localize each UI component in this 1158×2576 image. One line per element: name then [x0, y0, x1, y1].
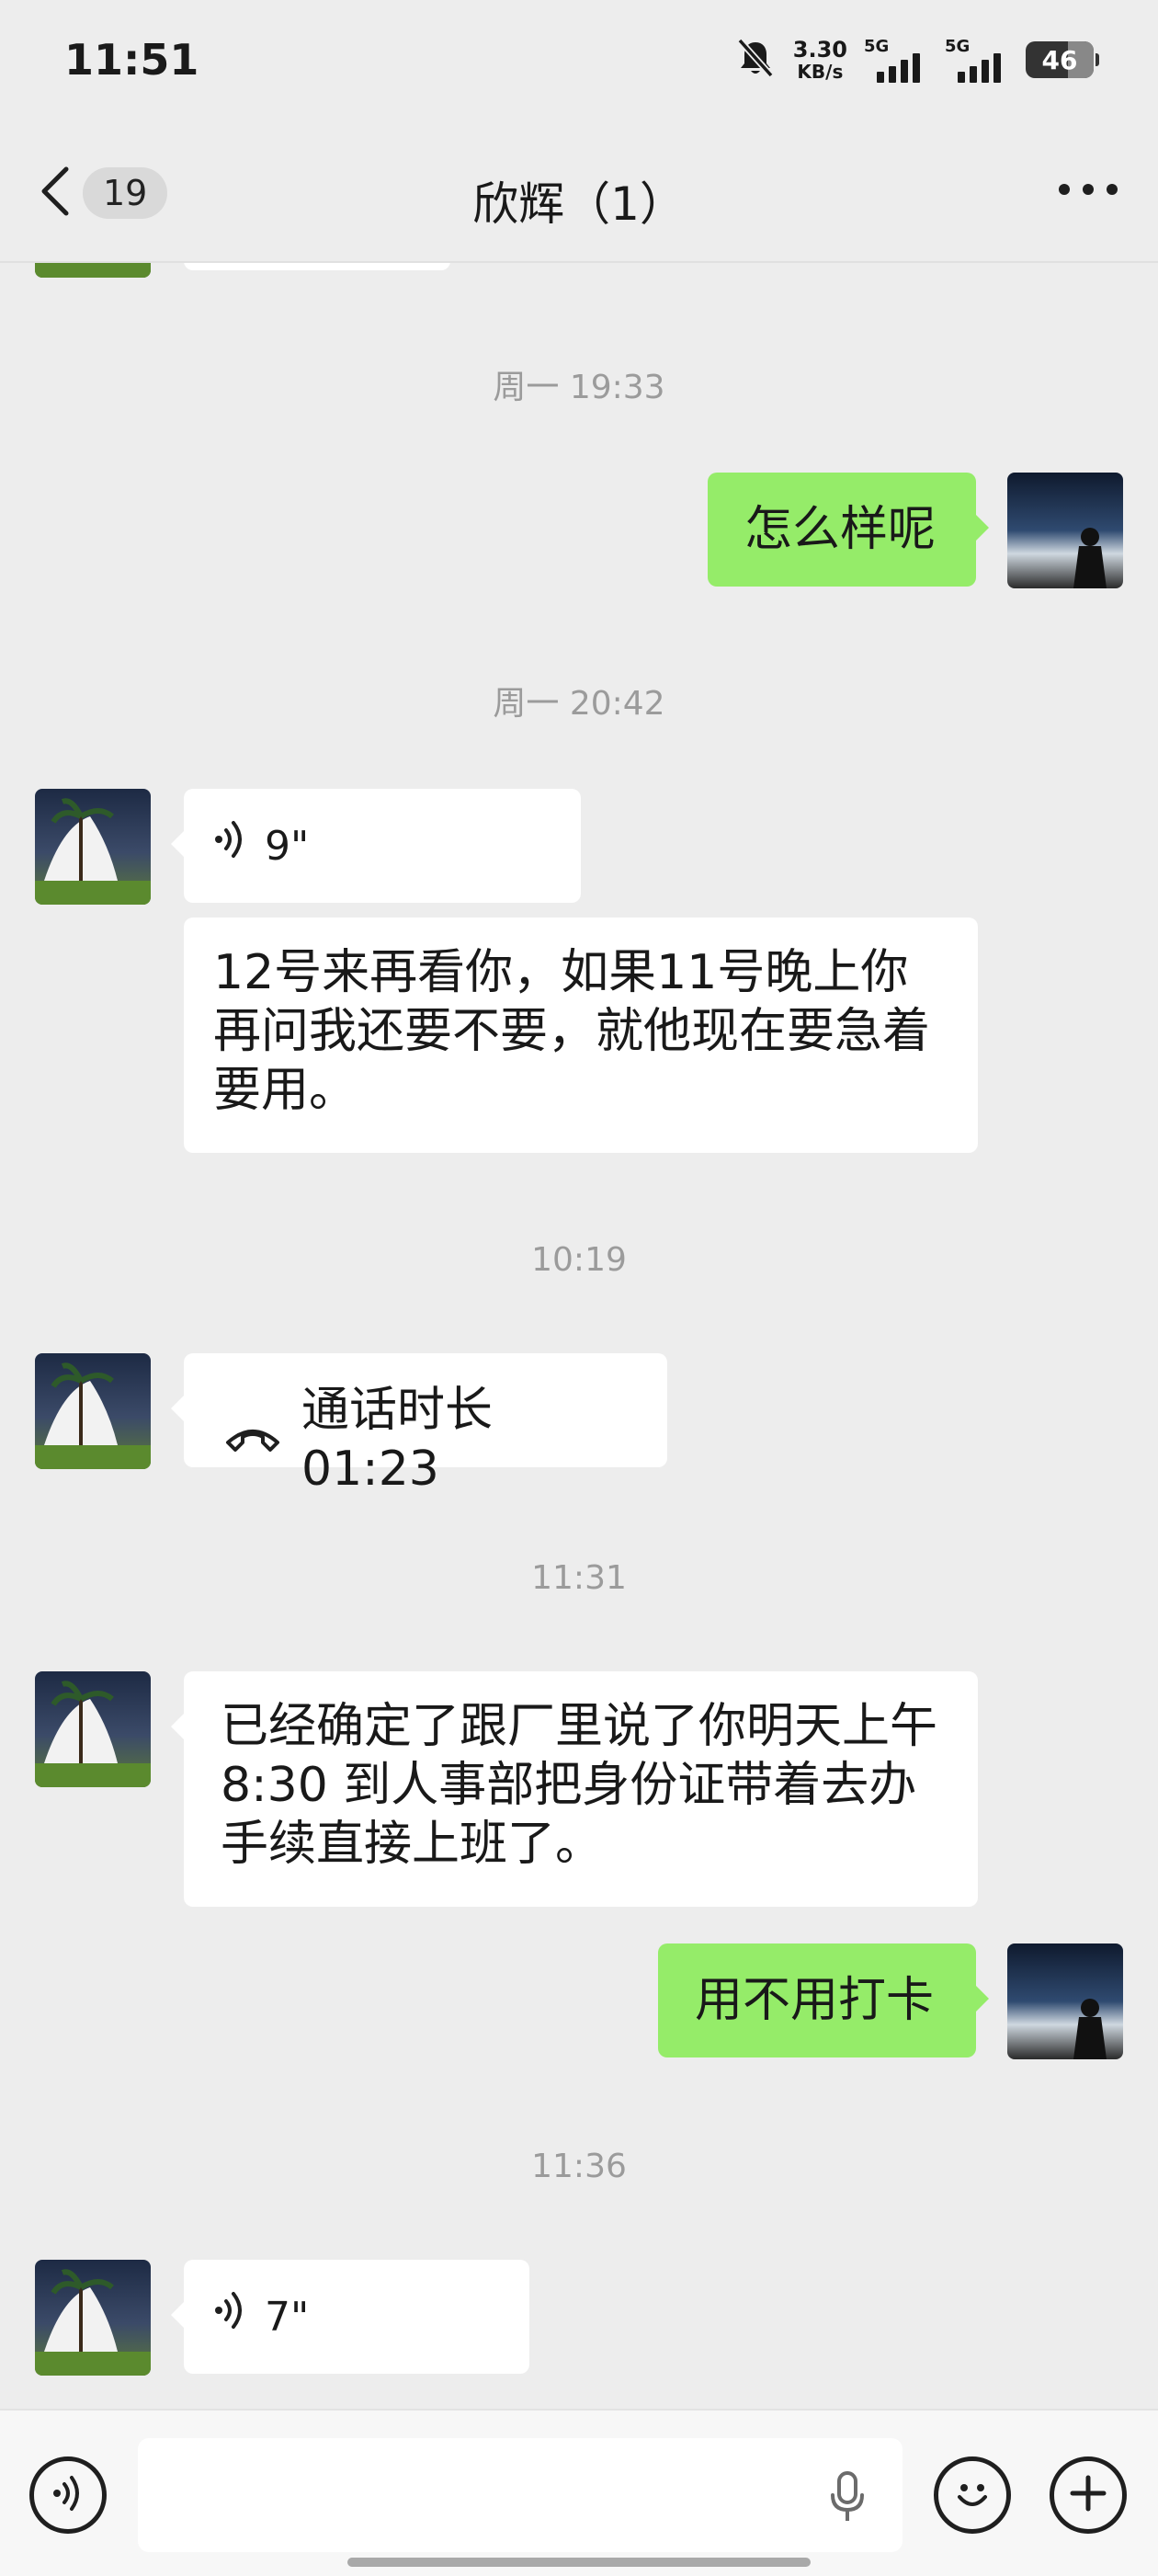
message-bubble-incoming[interactable]: 12号来再看你，如果11号晚上你再问我还要不要，就他现在要急着要用。	[184, 918, 978, 1153]
message-bubble-partial[interactable]	[184, 263, 450, 270]
bell-muted-icon	[734, 37, 777, 83]
more-button[interactable]	[1055, 171, 1121, 208]
home-indicator[interactable]	[347, 2558, 811, 2567]
chat-title: 欣辉（1）	[472, 177, 686, 231]
voice-duration: 9"	[265, 822, 310, 870]
voice-wave-icon	[211, 816, 248, 876]
timestamp: 10:19	[531, 1241, 627, 1279]
more-icon	[1055, 184, 1121, 211]
my-avatar[interactable]	[1007, 473, 1123, 588]
phone-icon	[224, 1410, 281, 1469]
message-text: 12号来再看你，如果11号晚上你再问我还要不要，就他现在要急着要用。	[213, 945, 931, 1118]
voice-duration: 7"	[265, 2293, 310, 2341]
contact-avatar[interactable]	[35, 2260, 151, 2376]
more-actions-button[interactable]	[1050, 2456, 1127, 2534]
voice-message[interactable]: 9"	[171, 789, 581, 903]
message-bubble-outgoing[interactable]: 怎么样呢	[708, 473, 989, 587]
timestamp: 11:31	[531, 1559, 627, 1597]
call-record-message[interactable]: 通话时长 01:23	[171, 1353, 667, 1497]
network-speed-unit: KB/s	[797, 61, 844, 83]
voice-message[interactable]: 7"	[171, 2260, 529, 2374]
battery-level: 46	[1041, 44, 1078, 75]
network-speed: 3.30 KB/s	[793, 39, 847, 81]
contact-avatar[interactable]	[35, 789, 151, 905]
emoji-icon	[945, 2466, 1000, 2525]
voice-mode-button[interactable]	[29, 2456, 107, 2534]
message-text: 用不用打卡	[695, 1973, 935, 2028]
message-bubble-outgoing[interactable]: 用不用打卡	[658, 1943, 989, 2057]
contact-avatar[interactable]	[35, 1671, 151, 1787]
message-text: 怎么样呢	[744, 502, 937, 557]
message-input[interactable]	[138, 2438, 903, 2552]
signal-icon-sim2: 5G	[945, 37, 1009, 83]
emoji-button[interactable]	[934, 2456, 1011, 2534]
status-bar: 11:51 3.30 KB/s 5G 5G 46	[0, 0, 1158, 129]
microphone-icon[interactable]	[827, 2469, 868, 2525]
my-avatar[interactable]	[1007, 1943, 1123, 2059]
contact-avatar[interactable]	[35, 1353, 151, 1469]
chat-header: 19 欣辉（1）	[0, 129, 1158, 263]
status-indicators: 3.30 KB/s 5G 5G 46	[734, 37, 1099, 83]
message-text: 已经确定了跟厂里说了你明天上午8:30 到人事部把身份证带着去办手续直接上班了。	[221, 1699, 938, 1872]
input-bar	[0, 2409, 1158, 2576]
contact-avatar[interactable]	[35, 263, 151, 278]
timestamp: 周一 20:42	[493, 685, 665, 723]
voice-wave-icon	[211, 2287, 248, 2347]
signal-icon-sim1: 5G	[864, 37, 928, 83]
network-speed-value: 3.30	[792, 37, 847, 63]
timestamp: 周一 19:33	[493, 369, 665, 406]
battery-icon: 46	[1026, 41, 1099, 78]
call-duration-text: 通话时长 01:23	[301, 1383, 494, 1497]
plus-icon	[1065, 2470, 1111, 2520]
message-list[interactable]: 周一 19:33 怎么样呢 周一 20:42 9" 12号来再看你，如果11号晚…	[0, 263, 1158, 2409]
voice-mode-icon	[50, 2473, 86, 2517]
status-time: 11:51	[64, 35, 199, 85]
message-bubble-incoming[interactable]: 已经确定了跟厂里说了你明天上午8:30 到人事部把身份证带着去办手续直接上班了。	[171, 1671, 978, 1907]
timestamp: 11:36	[531, 2148, 627, 2185]
